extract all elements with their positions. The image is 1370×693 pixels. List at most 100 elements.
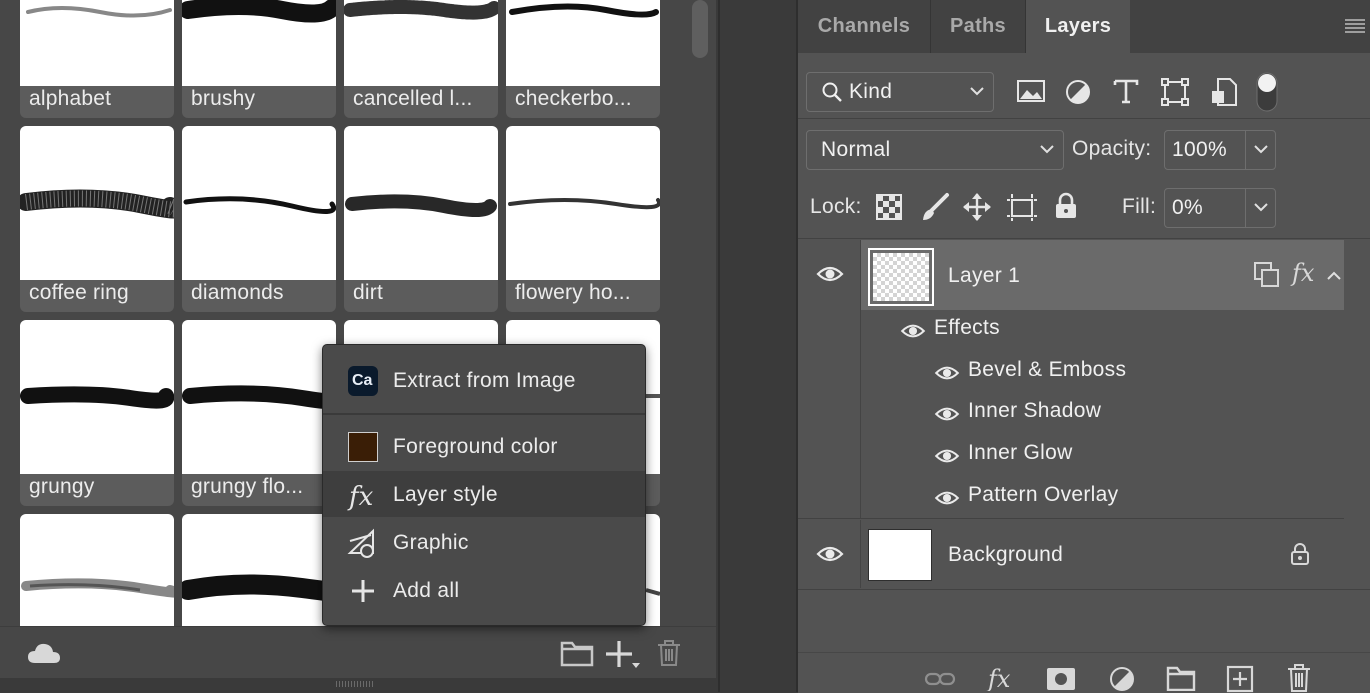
filter-kind-dropdown[interactable]: Kind [806,72,994,112]
brush-tile[interactable] [182,514,336,626]
eye-icon[interactable] [934,405,960,423]
opacity-label: Opacity: [1072,137,1152,160]
brush-tile[interactable]: grungy [20,320,174,506]
lock-image-pixels-icon[interactable] [920,192,950,222]
adjustment-icon[interactable] [1108,665,1136,693]
color-swatch-icon [347,431,379,463]
smart-object-filter-icon[interactable] [1210,77,1238,107]
brush-label: grungy [29,475,95,498]
filter-toggle-switch[interactable] [1256,72,1278,112]
panel-menu-icon[interactable] [1344,18,1366,34]
cloud-icon[interactable] [26,641,62,665]
layers-footer: fx [798,652,1370,693]
new-layer-icon[interactable] [1226,665,1254,693]
menu-item-extract-from-image[interactable]: Ca Extract from Image [323,357,645,403]
menu-item-add-all[interactable]: Add all [323,567,645,613]
fx-badge-icon[interactable]: fx [1292,259,1314,287]
brush-preview [506,126,660,280]
delete-icon[interactable] [1286,663,1312,693]
tab-paths[interactable]: Paths [931,0,1025,53]
lock-all-icon[interactable] [1054,192,1078,220]
brush-tile[interactable]: coffee ring [20,126,174,312]
section-divider [798,238,1370,239]
link-icon[interactable] [924,669,956,689]
brush-tile[interactable]: flowery ho... [506,126,660,312]
brush-tile[interactable]: alphabet [20,0,174,118]
fill-label: Fill: [1122,195,1157,218]
brushes-footer [0,626,716,679]
layer-divider [798,518,1344,519]
mask-icon[interactable] [1046,667,1076,691]
group-folder-icon[interactable] [1166,665,1196,691]
menu-separator [323,413,645,415]
brush-preview [182,126,336,280]
capture-badge-text: Ca [352,372,373,389]
resize-grip[interactable] [336,681,374,687]
tab-channels[interactable]: Channels [798,0,930,53]
effect-pattern-overlay[interactable]: Pattern Overlay [968,483,1118,507]
lock-icon[interactable] [1290,542,1310,566]
eye-icon[interactable] [934,489,960,507]
scrollbar-thumb[interactable] [692,0,708,58]
brush-preview [344,0,498,86]
eye-icon[interactable] [816,544,844,564]
type-filter-icon[interactable] [1112,77,1140,105]
add-dropdown-icon[interactable] [604,639,642,669]
fx-icon: fx [347,479,379,511]
eye-icon[interactable] [934,447,960,465]
brush-preview [20,0,174,86]
effect-inner-glow[interactable]: Inner Glow [968,441,1073,465]
section-divider [798,118,1370,119]
lock-position-icon[interactable] [962,192,992,222]
layer-thumbnail[interactable] [868,529,932,581]
brush-tile[interactable]: grungy flo... [182,320,336,506]
image-filter-icon[interactable] [1016,78,1046,104]
search-icon [821,81,843,103]
layer-name: Layer 1 [948,264,1021,287]
chevron-down-icon [1039,143,1055,155]
svg-text:fx: fx [986,665,1011,691]
menu-item-foreground-color[interactable]: Foreground color [323,423,645,469]
brush-tile[interactable]: cancelled l... [344,0,498,118]
brush-tile[interactable]: dirt [344,126,498,312]
blend-mode-dropdown[interactable]: Normal [806,130,1064,170]
brush-tile[interactable] [20,514,174,626]
brush-tile[interactable]: brushy [182,0,336,118]
lock-artboard-icon[interactable] [1006,192,1038,222]
menu-item-layer-style[interactable]: fx Layer style [323,471,645,517]
chevron-down-icon[interactable] [1253,143,1269,155]
brush-tile[interactable]: checkerbo... [506,0,660,118]
fill-value: 0% [1172,196,1203,219]
panel-tabs: Channels Paths Layers [798,0,1370,53]
layer-row-background[interactable]: Background [798,520,1344,588]
effect-bevel-emboss[interactable]: Bevel & Emboss [968,358,1126,382]
svg-text:fx: fx [347,482,374,511]
brush-preview [20,514,174,626]
layer-thumbnail[interactable] [868,248,934,306]
effects-label[interactable]: Effects [934,316,1000,340]
chevron-down-icon[interactable] [1253,201,1269,213]
lock-transparent-pixels-icon[interactable] [876,194,902,220]
menu-item-graphic[interactable]: Graphic [323,519,645,565]
brush-preview [182,514,336,626]
chevron-up-icon[interactable] [1326,270,1342,282]
panel-divider [716,0,798,692]
lock-label: Lock: [810,195,862,218]
brush-tile[interactable]: diamonds [182,126,336,312]
eye-icon[interactable] [934,364,960,382]
folder-icon[interactable] [560,639,594,667]
eye-icon[interactable] [816,264,844,284]
layer-row-layer-1[interactable]: Layer 1 fx Effects Bevel & Emboss Inner … [798,240,1344,518]
menu-item-label: Add all [393,579,460,602]
opacity-field[interactable]: 100% [1164,130,1276,170]
tab-layers[interactable]: Layers [1026,0,1130,53]
trash-icon[interactable] [656,639,682,667]
eye-icon[interactable] [900,322,926,340]
smart-object-badge-icon [1254,262,1280,288]
shape-filter-icon[interactable] [1160,77,1190,107]
adjustment-filter-icon[interactable] [1064,78,1092,106]
brush-label: diamonds [191,281,284,304]
fx-icon[interactable]: fx [986,663,1016,691]
fill-field[interactable]: 0% [1164,188,1276,228]
effect-inner-shadow[interactable]: Inner Shadow [968,399,1101,423]
